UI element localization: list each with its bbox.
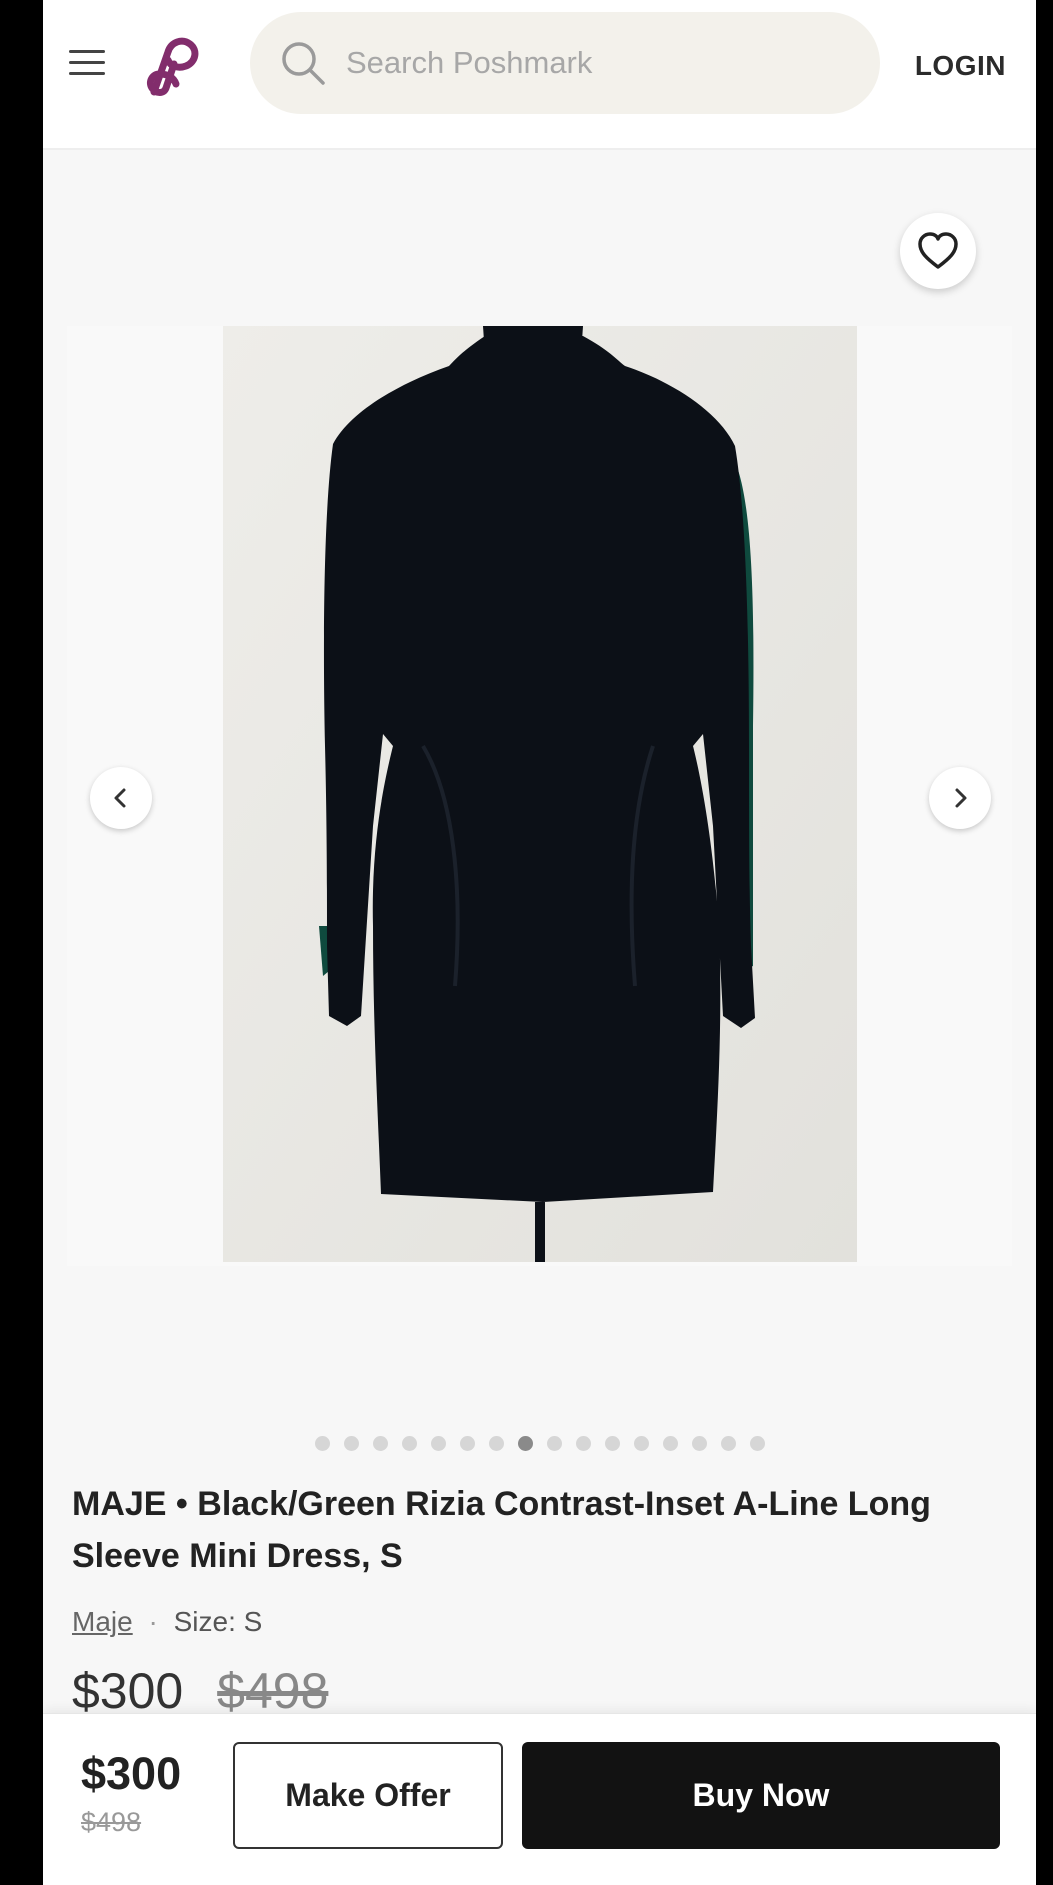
listing-meta: Maje · Size: S xyxy=(72,1606,262,1638)
bar-original-price: $498 xyxy=(81,1807,142,1837)
listing-original-price: $498 xyxy=(217,1663,329,1719)
pagination-dot[interactable] xyxy=(575,1436,591,1451)
pagination-dot[interactable] xyxy=(488,1436,504,1451)
product-photo[interactable] xyxy=(223,326,857,1262)
login-link[interactable]: LOGIN xyxy=(915,50,1006,82)
next-image-button[interactable] xyxy=(929,767,991,829)
gallery-pagination xyxy=(43,1436,1036,1451)
pagination-dot[interactable] xyxy=(691,1436,707,1451)
pagination-dot[interactable] xyxy=(430,1436,446,1451)
menu-icon[interactable] xyxy=(69,50,105,76)
pagination-dot[interactable] xyxy=(517,1436,533,1451)
pagination-dot[interactable] xyxy=(459,1436,475,1451)
size-label: Size: S xyxy=(173,1606,263,1637)
pagination-dot[interactable] xyxy=(314,1436,330,1451)
make-offer-button[interactable]: Make Offer xyxy=(233,1742,503,1849)
previous-image-button[interactable] xyxy=(90,767,152,829)
like-button[interactable] xyxy=(900,213,976,289)
chevron-right-icon xyxy=(955,788,967,808)
bar-price: $300 xyxy=(81,1748,182,1799)
listing-title: MAJE • Black/Green Rizia Contrast-Inset … xyxy=(72,1485,931,1575)
brand-link[interactable]: Maje xyxy=(72,1606,133,1637)
search-bar[interactable] xyxy=(250,12,880,114)
meta-separator: · xyxy=(148,1606,158,1637)
pagination-dot[interactable] xyxy=(662,1436,678,1451)
pagination-dot[interactable] xyxy=(720,1436,736,1451)
product-gallery xyxy=(43,150,1036,1460)
top-header: LOGIN xyxy=(43,0,1036,150)
chevron-left-icon xyxy=(114,788,126,808)
pagination-dot[interactable] xyxy=(749,1436,765,1451)
search-input[interactable] xyxy=(344,44,868,82)
poshmark-logo[interactable] xyxy=(144,34,202,96)
heart-icon xyxy=(918,232,958,269)
pagination-dot[interactable] xyxy=(372,1436,388,1451)
pagination-dot[interactable] xyxy=(604,1436,620,1451)
price-row: $300 $498 xyxy=(72,1662,328,1720)
buy-now-button[interactable]: Buy Now xyxy=(522,1742,1000,1849)
pagination-dot[interactable] xyxy=(633,1436,649,1451)
app-frame: LOGIN xyxy=(43,0,1036,1885)
pagination-dot[interactable] xyxy=(343,1436,359,1451)
search-icon xyxy=(282,42,325,85)
pagination-dot[interactable] xyxy=(546,1436,562,1451)
pagination-dot[interactable] xyxy=(401,1436,417,1451)
bottom-action-bar: $300 $498 Make Offer Buy Now xyxy=(43,1713,1036,1885)
listing-price: $300 xyxy=(72,1663,184,1719)
